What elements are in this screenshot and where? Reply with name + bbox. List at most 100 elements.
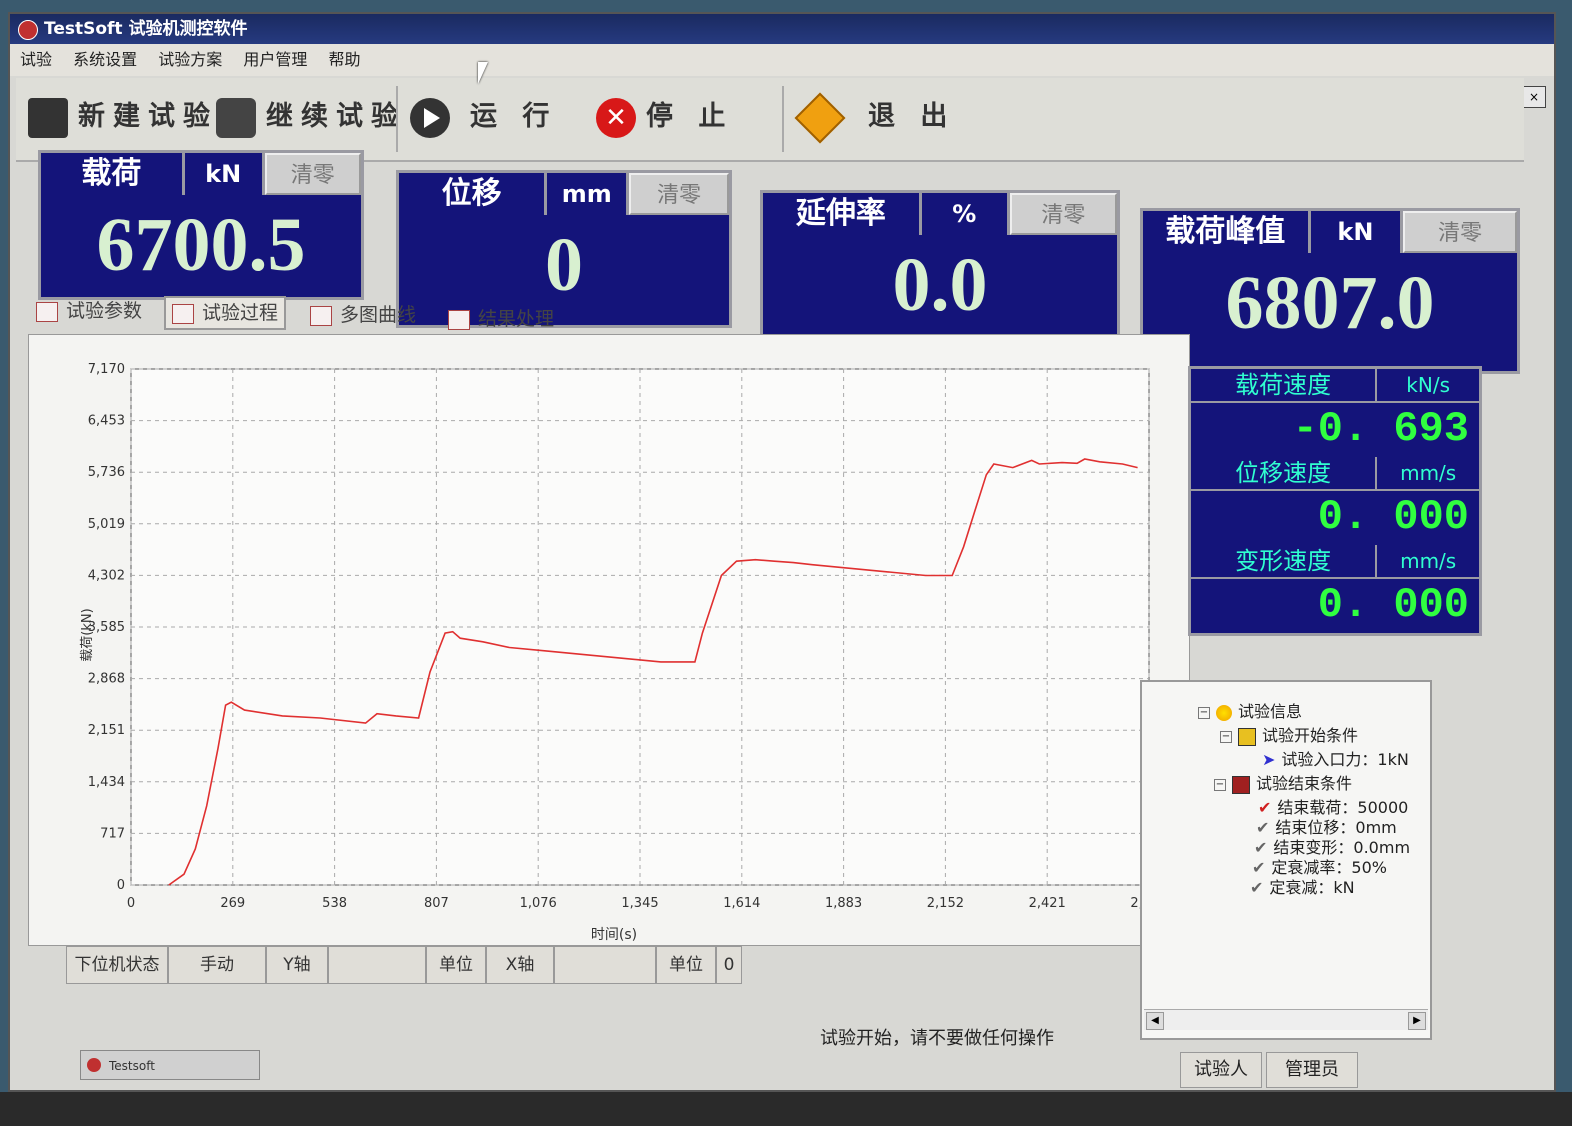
- y-tick-label: 2,151: [88, 723, 125, 738]
- deformation-speed: 变形速度 mm/s 0. 000: [1191, 545, 1479, 633]
- menu-test[interactable]: 试验: [14, 44, 58, 76]
- run-button[interactable]: 运 行: [410, 92, 557, 142]
- elongation-zero-button[interactable]: 清零: [1009, 193, 1117, 235]
- collapse-icon[interactable]: −: [1198, 706, 1210, 719]
- y-tick-label: 4,302: [88, 568, 125, 583]
- displacement-zero-button[interactable]: 清零: [629, 173, 729, 215]
- y-axis-select[interactable]: [328, 946, 426, 984]
- menu-bar: 试验 系统设置 试验方案 用户管理 帮助: [10, 44, 1554, 76]
- x-tick-label: 2,421: [1029, 896, 1066, 911]
- menu-user-management[interactable]: 用户管理: [237, 44, 313, 76]
- menu-test-plan[interactable]: 试验方案: [152, 44, 228, 76]
- tree-start-group[interactable]: − 试验开始条件: [1220, 726, 1358, 746]
- new-test-label: 新建试验: [78, 101, 218, 132]
- exit-button[interactable]: 退 出: [794, 92, 955, 143]
- new-test-button[interactable]: 新建试验: [28, 92, 218, 142]
- menu-system-settings[interactable]: 系统设置: [67, 44, 143, 76]
- status-bar: 下位机状态 手动 Y轴 单位 X轴 单位 0: [54, 946, 1144, 986]
- x-tick-label: 1,345: [621, 896, 658, 911]
- check-icon: ✔: [1254, 838, 1268, 857]
- mouse-cursor-icon: [478, 62, 488, 84]
- displacement-meter: 位移 mm 清零 0: [396, 170, 732, 328]
- x-tick-label: 807: [424, 896, 449, 911]
- y-tick-label: 5,019: [88, 517, 125, 532]
- displacement-speed-label: 位移速度: [1191, 457, 1378, 489]
- tree-item-label: 定衰减率：50%: [1271, 858, 1387, 877]
- stop-button[interactable]: ✕ 停 止: [596, 92, 733, 142]
- tab-test-params[interactable]: 试验参数: [36, 296, 142, 326]
- tree-root-label: 试验信息: [1238, 702, 1303, 721]
- x-tick-label: 1,614: [723, 896, 760, 911]
- end-condition-icon: [1232, 775, 1250, 794]
- tree-end-item[interactable]: ✔ 定衰减率：50%: [1252, 858, 1387, 878]
- x-tick-label: 269: [220, 896, 245, 911]
- play-icon: [410, 97, 450, 138]
- lower-machine-state: 下位机状态: [66, 946, 168, 984]
- window-title: TestSoft 试验机测控软件: [44, 19, 248, 39]
- tab-multi-curve[interactable]: 多图曲线: [310, 300, 416, 330]
- load-unit: kN: [185, 153, 265, 195]
- collapse-icon[interactable]: −: [1220, 730, 1232, 743]
- control-mode: 手动: [168, 946, 266, 984]
- check-icon: ✔: [1258, 798, 1272, 817]
- load-speed-label: 载荷速度: [1191, 369, 1378, 401]
- zero-value: 0: [716, 946, 742, 984]
- chart-grid: [130, 368, 1150, 886]
- tree-end-item[interactable]: ✔ 结束变形：0.0mm: [1254, 838, 1410, 858]
- horizontal-scrollbar[interactable]: ◀ ▶: [1144, 1009, 1428, 1030]
- collapse-icon[interactable]: −: [1214, 778, 1226, 791]
- x-tick-label: 1,883: [825, 896, 862, 911]
- tree-end-item[interactable]: ✔ 定衰减：kN: [1250, 878, 1355, 898]
- tab-label: 结果处理: [478, 308, 555, 330]
- new-test-icon: [28, 97, 68, 138]
- tester-label: 试验人: [1180, 1052, 1262, 1088]
- taskbar-app-button[interactable]: Testsoft: [80, 1050, 260, 1080]
- load-speed-unit: kN/s: [1406, 373, 1450, 397]
- scroll-left-icon[interactable]: ◀: [1146, 1012, 1164, 1030]
- load-value: 6700.5: [96, 203, 306, 287]
- displacement-speed: 位移速度 mm/s 0. 000: [1191, 457, 1479, 545]
- x-tick-label: 2,152: [927, 896, 964, 911]
- x-axis-select[interactable]: [554, 946, 656, 984]
- displacement-speed-value: 0. 000: [1317, 493, 1469, 541]
- params-icon: [36, 301, 58, 322]
- tree-end-group[interactable]: − 试验结束条件: [1214, 774, 1352, 794]
- tree-item-label: 结束载荷：50000: [1277, 798, 1409, 817]
- stop-icon: ✕: [596, 97, 636, 138]
- exit-icon: [794, 92, 846, 143]
- tree-end-item[interactable]: ✔ 结束载荷：50000: [1258, 798, 1408, 818]
- y-tick-label: 5,736: [88, 465, 125, 480]
- deformation-speed-unit: mm/s: [1400, 549, 1457, 573]
- tab-label: 多图曲线: [340, 304, 417, 326]
- tree-root[interactable]: − 试验信息: [1198, 702, 1302, 722]
- process-icon: [172, 303, 194, 324]
- x-axis-label-cell: X轴: [486, 946, 554, 984]
- result-icon: [448, 309, 470, 330]
- speed-panel: 载荷速度 kN/s -0. 693 位移速度 mm/s 0. 000 变形速度 mm/…: [1188, 366, 1482, 636]
- x-unit-label: 单位: [656, 946, 716, 984]
- test-info-tree: − 试验信息 − 试验开始条件 ➤ 试验入口力：1kN − 试验结束条件 ✔ 结束载荷：5…: [1140, 680, 1432, 1040]
- tree-item-label: 结束变形：0.0mm: [1273, 838, 1411, 857]
- displacement-speed-unit: mm/s: [1400, 461, 1457, 485]
- menu-help[interactable]: 帮助: [322, 44, 366, 76]
- peak-load-zero-button[interactable]: 清零: [1403, 211, 1517, 253]
- deformation-speed-value: 0. 000: [1317, 581, 1469, 629]
- tree-end-item[interactable]: ✔ 结束位移：0mm: [1256, 818, 1397, 838]
- tab-result-processing[interactable]: 结果处理: [448, 304, 554, 334]
- x-axis-ticks: 0 269 538 807 1,076 1,345 1,614 1,883 2,152 2,421…: [127, 896, 1168, 911]
- peak-load-value: 6807.0: [1225, 261, 1435, 345]
- tab-test-process[interactable]: 试验过程: [164, 296, 287, 330]
- load-zero-button[interactable]: 清零: [264, 153, 361, 195]
- load-label: 载荷: [41, 153, 185, 195]
- close-button[interactable]: ×: [1522, 86, 1546, 108]
- continue-test-button[interactable]: 继续试验: [216, 92, 406, 142]
- x-axis-label: 时间(s): [591, 927, 637, 943]
- tree-start-item[interactable]: ➤ 试验入口力：1kN: [1262, 750, 1409, 770]
- y-tick-label: 7,170: [88, 362, 125, 377]
- toolbar-separator: [396, 86, 398, 152]
- tree-end-group-label: 试验结束条件: [1256, 774, 1353, 793]
- taskbar: [0, 1092, 1572, 1126]
- scroll-right-icon[interactable]: ▶: [1408, 1012, 1426, 1030]
- x-tick-label: 538: [322, 896, 347, 911]
- x-tick-label: 0: [127, 896, 135, 911]
